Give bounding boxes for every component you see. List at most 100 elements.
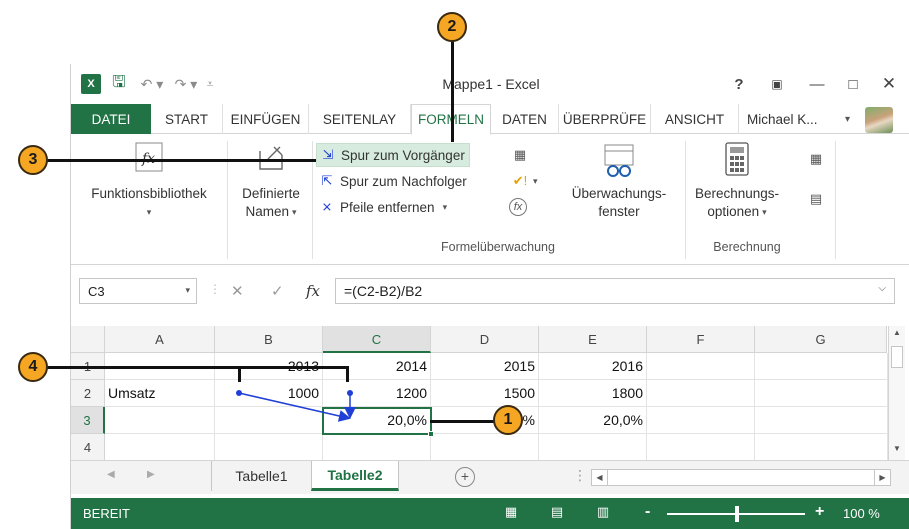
zoom-out-icon[interactable]: - (645, 503, 650, 521)
chevron-down-icon[interactable]: ▾ (845, 104, 850, 134)
cell-d2[interactable]: 1500 (431, 380, 539, 407)
cell-a4[interactable] (105, 434, 215, 461)
calculate-sheet-button[interactable]: ▤ (805, 187, 829, 211)
vertical-scrollbar[interactable]: ▲ ▼ (888, 326, 905, 460)
row-header-3[interactable]: 3 (71, 407, 105, 434)
sheet-tab-tabelle1[interactable]: Tabelle1 (211, 461, 311, 491)
cell-c2[interactable]: 1200 (323, 380, 431, 407)
column-header-g[interactable]: G (755, 326, 887, 353)
horizontal-scrollbar[interactable]: ◀ ▶ (591, 469, 891, 486)
undo-icon[interactable]: ↶ ▾ (137, 74, 167, 94)
tab-datei[interactable]: DATEI (71, 104, 151, 134)
column-header-a[interactable]: A (105, 326, 215, 353)
column-header-f[interactable]: F (647, 326, 755, 353)
scrollbar-thumb[interactable] (891, 346, 903, 368)
row-header-4[interactable]: 4 (71, 434, 105, 461)
evaluate-formula-button[interactable]: fx (509, 195, 529, 219)
cell-g1[interactable] (755, 353, 888, 380)
zoom-in-icon[interactable]: + (815, 503, 824, 521)
definierte-namen-button[interactable]: Definierte Namen ▾ (231, 141, 311, 221)
trace-precedents-button[interactable]: ⇲ Spur zum Vorgänger (316, 143, 470, 167)
page-break-view-icon[interactable]: ▥ (593, 504, 613, 522)
tab-daten[interactable]: DATEN (491, 104, 559, 134)
formula-bar: C3 ▾ ⋮ ✕ ✓ fx =(C2-B2)/B2 ⌵ (71, 272, 909, 310)
column-header-e[interactable]: E (539, 326, 647, 353)
select-all-corner[interactable] (71, 326, 105, 353)
tab-seitenlayout[interactable]: SEITENLAY (309, 104, 411, 134)
cell-d4[interactable] (431, 434, 539, 461)
cell-f3[interactable] (647, 407, 755, 434)
account-name[interactable]: Michael K... (747, 104, 818, 134)
show-formulas-button[interactable]: ▦ (509, 143, 533, 167)
sheet-next-icon[interactable]: ▶ (147, 469, 155, 480)
name-box[interactable]: C3 ▾ (79, 278, 197, 304)
chevron-down-icon: ▾ (146, 207, 152, 217)
add-sheet-icon[interactable]: + (455, 467, 475, 487)
chevron-down-icon: ▾ (292, 207, 297, 217)
save-icon[interactable]: 🖫 (109, 74, 129, 94)
page-layout-view-icon[interactable]: ▤ (547, 504, 567, 522)
zoom-slider-thumb[interactable] (735, 506, 739, 522)
help-icon[interactable]: ? (725, 72, 753, 96)
drag-handle-icon[interactable]: ⋮ (209, 282, 221, 296)
cell-g3[interactable] (755, 407, 888, 434)
screenshot-stage: X 🖫 ↶ ▾ ↷ ▾ ⩡ Mappe1 - Excel ? ▣ — □ ✕ D… (0, 0, 909, 529)
sheet-prev-icon[interactable]: ◀ (107, 469, 115, 480)
scroll-down-icon[interactable]: ▼ (889, 444, 905, 458)
trace-precedents-label: Spur zum Vorgänger (341, 147, 465, 163)
minimize-icon[interactable]: — (803, 72, 831, 96)
zoom-level[interactable]: 100 % (843, 506, 880, 521)
maximize-icon[interactable]: □ (839, 72, 867, 96)
cancel-icon[interactable]: ✕ (231, 282, 244, 300)
cell-d1[interactable]: 2015 (431, 353, 539, 380)
sheet-tab-tabelle2[interactable]: Tabelle2 (311, 461, 399, 491)
funktionsbibliothek-button[interactable]: fx Funktionsbibliothek ▾ (79, 141, 219, 221)
tab-ansicht[interactable]: ANSICHT (651, 104, 739, 134)
fill-handle[interactable] (428, 431, 434, 437)
row-header-2[interactable]: 2 (71, 380, 105, 407)
remove-arrows-button[interactable]: ⨯ Pfeile entfernen ▾ (316, 195, 448, 219)
cell-b3[interactable] (215, 407, 323, 434)
cell-c4[interactable] (323, 434, 431, 461)
cell-f1[interactable] (647, 353, 755, 380)
watch-window-button[interactable]: Überwachungs- fenster (561, 141, 677, 221)
column-header-c[interactable]: C (323, 326, 431, 353)
close-icon[interactable]: ✕ (875, 72, 903, 96)
cell-e3[interactable]: 20,0% (539, 407, 647, 434)
tab-einfuegen[interactable]: EINFÜGEN (223, 104, 309, 134)
watch-window-label-1: Überwachungs- (571, 186, 667, 201)
cell-a2[interactable]: Umsatz (105, 380, 215, 407)
calculation-options-button[interactable]: Berechnungs- optionen ▾ (689, 141, 785, 221)
insert-function-icon[interactable]: fx (306, 282, 320, 300)
cell-e2[interactable]: 1800 (539, 380, 647, 407)
cell-f4[interactable] (647, 434, 755, 461)
avatar[interactable] (865, 107, 893, 133)
scroll-up-icon[interactable]: ▲ (889, 328, 905, 342)
chevron-down-icon[interactable]: ▾ (185, 285, 190, 296)
ribbon-display-options-icon[interactable]: ▣ (763, 72, 791, 96)
tab-ueberpruefen[interactable]: ÜBERPRÜFE (559, 104, 651, 134)
cell-a3[interactable] (105, 407, 215, 434)
cell-e4[interactable] (539, 434, 647, 461)
scroll-right-icon[interactable]: ▶ (874, 470, 890, 485)
scroll-left-icon[interactable]: ◀ (592, 470, 608, 485)
cell-f2[interactable] (647, 380, 755, 407)
redo-icon[interactable]: ↷ ▾ (171, 74, 201, 94)
tab-split-handle-icon[interactable]: ⋮ (573, 467, 587, 484)
column-header-d[interactable]: D (431, 326, 539, 353)
error-checking-button[interactable]: ✔! ▾ (509, 169, 538, 193)
cell-b4[interactable] (215, 434, 323, 461)
trace-dependents-button[interactable]: ⇱ Spur zum Nachfolger (316, 169, 467, 193)
column-header-b[interactable]: B (215, 326, 323, 353)
cell-g2[interactable] (755, 380, 888, 407)
enter-icon[interactable]: ✓ (271, 282, 284, 300)
cell-g4[interactable] (755, 434, 888, 461)
tab-start[interactable]: START (151, 104, 223, 134)
cell-b2[interactable]: 1000 (215, 380, 323, 407)
cell-e1[interactable]: 2016 (539, 353, 647, 380)
formula-input[interactable]: =(C2-B2)/B2 ⌵ (335, 278, 895, 304)
chevron-down-icon[interactable]: ⌵ (878, 283, 886, 294)
customize-qat-icon[interactable]: ⩡ (203, 74, 217, 94)
normal-view-icon[interactable]: ▦ (501, 504, 521, 522)
calculate-now-button[interactable]: ▦ (805, 147, 829, 171)
